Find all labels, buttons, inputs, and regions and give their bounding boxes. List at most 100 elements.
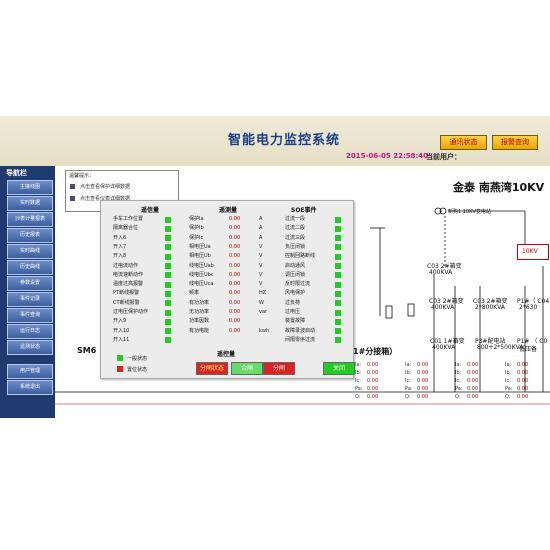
signal-label: CT断线报警 [113,299,140,306]
open-button[interactable]: 分闸 [263,362,295,375]
measure-unit: A [259,234,263,241]
meter-value: 0.00 [417,394,429,400]
current-user-label: 当前用户： [426,153,461,161]
feeder-rating: 800+2*500KVA [477,344,524,351]
measure-name: 线电压Uca [189,281,214,288]
soe-label: 过负荷 [285,299,301,306]
nav-item[interactable]: 主接线图 [7,180,53,195]
measure-value: 0.00 [229,243,241,250]
cabinet-label: 新购1 10KV变电站 [448,209,491,215]
meter-value: 0.00 [417,386,429,392]
meter-prefix: Ia: [355,362,362,368]
signal-label: 手车工作位置 [113,216,144,222]
measure-value: 0.00 [229,299,241,306]
signal-indicator [165,244,171,251]
nav-item[interactable]: 事件记录 [7,292,53,307]
soe-indicator [335,309,341,316]
signal-label: 开入7 [113,243,127,250]
soe-label: 过流一段 [285,216,306,222]
signal-label: 开入11 [113,336,130,343]
meter-value: 0.00 [467,386,479,392]
transformer-box[interactable]: 10KV [517,244,549,260]
measure-unit: HZ [259,290,267,297]
meter-prefix: Q: [405,394,411,400]
signal-label: 过电压保护动作 [113,309,149,315]
meter-prefix: Ia: [405,362,412,368]
signal-label: 过电流动作 [113,262,139,269]
legend-alarm: 置位状态 [127,367,148,373]
measure-value: 0.00 [229,327,241,334]
meter-prefix: Ic: [455,378,461,384]
close-button[interactable]: 合闸 [231,362,263,375]
measure-value: 0.00 [229,253,241,260]
nav-item[interactable]: 实时数据 [7,196,53,211]
soe-indicator [335,318,341,325]
nav-item[interactable]: 系统退出 [7,380,53,395]
meter-prefix: Q: [505,394,511,400]
meter-prefix: Ib: [355,370,362,376]
measure-name: 保护Ib [189,225,204,232]
soe-indicator [335,272,341,279]
nav-item[interactable]: 事件查询 [7,308,53,323]
alarm-query-button[interactable]: 报警查询 [492,135,538,150]
nav-item[interactable]: 参数设置 [7,276,53,291]
nav-item[interactable]: 历史曲线 [7,260,53,275]
measure-value: 0.00 [229,234,241,241]
soe-label: 故障录波启动 [285,327,316,334]
meter-value: 0.00 [467,370,479,376]
meter-prefix: Ia: [455,362,462,368]
meter-prefix: Ic: [405,378,411,384]
nav-sidebar: 导航栏 主接线图 实时数据 沙表计量报表 历史报表 实时曲线 历史曲线 参数设置 事件记录 事件… [0,166,55,418]
signal-indicator [165,225,171,232]
exit-button[interactable]: 关闭 [323,362,355,375]
tooltip-line1: 点击查看保护详细数据 [80,184,131,190]
soe-label: 反时限过流 [285,281,311,288]
soe-indicator [335,253,341,260]
switch-box-label: 1#分接箱） [353,347,398,356]
meter-prefix: Pa: [505,386,513,392]
legend-alarm-swatch [117,366,123,372]
measure-value: 0.00 [229,309,241,315]
signal-label: 开入9 [113,318,127,325]
signal-label: 电流速断动作 [113,271,144,278]
soe-indicator [335,263,341,269]
measure-name: 线电压Uab [189,262,214,269]
nav-item[interactable]: 实时曲线 [7,244,53,259]
measure-value: 0.00 [229,216,241,222]
soe-indicator [335,290,341,297]
meter-value: 0.00 [517,362,529,368]
nav-item[interactable]: 历史报表 [7,228,53,243]
protection-icon [70,184,75,189]
meter-prefix: Ia: [505,362,512,368]
nav-item[interactable]: 用户管理 [7,364,53,379]
meter-prefix: Ic: [505,378,511,384]
signal-label: 开入8 [113,253,127,260]
signal-indicator [165,309,171,316]
open-close-status-button[interactable]: 分闸状态 [196,362,228,375]
sm6-label: SM6 [77,346,97,355]
signal-indicator [165,272,171,279]
feeder-rating: 400KVA [432,344,456,351]
measure-value: 0.00 [229,290,241,297]
meter-value: 0.00 [517,386,529,392]
measure-name: 无功功率 [189,309,210,315]
measure-value: 0.00 [229,281,241,288]
box-label: 10KV [522,248,538,255]
measure-unit: A [259,216,263,222]
measure-name: 线电压Ubc [189,271,214,278]
nav-item[interactable]: 沙表计量报表 [7,212,53,227]
soe-indicator [335,328,341,335]
meter-prefix: Pa: [455,386,463,392]
nav-item[interactable]: 遥测状态 [7,340,53,355]
comm-status-button[interactable]: 通讯状态 [440,135,487,150]
meter-value: 0.00 [467,394,479,400]
signal-label: 开入6 [113,234,127,241]
soe-title: SOE事件 [291,207,317,214]
soe-indicator [335,225,341,232]
meter-value: 0.00 [417,378,429,384]
device-detail-panel: 遥信量 遥测量 SOE事件 手车工作位置 隔离器合位 开入6 开入7 开入8 过电流动作电… [100,200,355,379]
meter-prefix: Q: [455,394,461,400]
soe-label: 控制回路断线 [285,253,316,260]
nav-title: 导航栏 [6,169,27,177]
nav-item[interactable]: 运行日志 [7,324,53,339]
